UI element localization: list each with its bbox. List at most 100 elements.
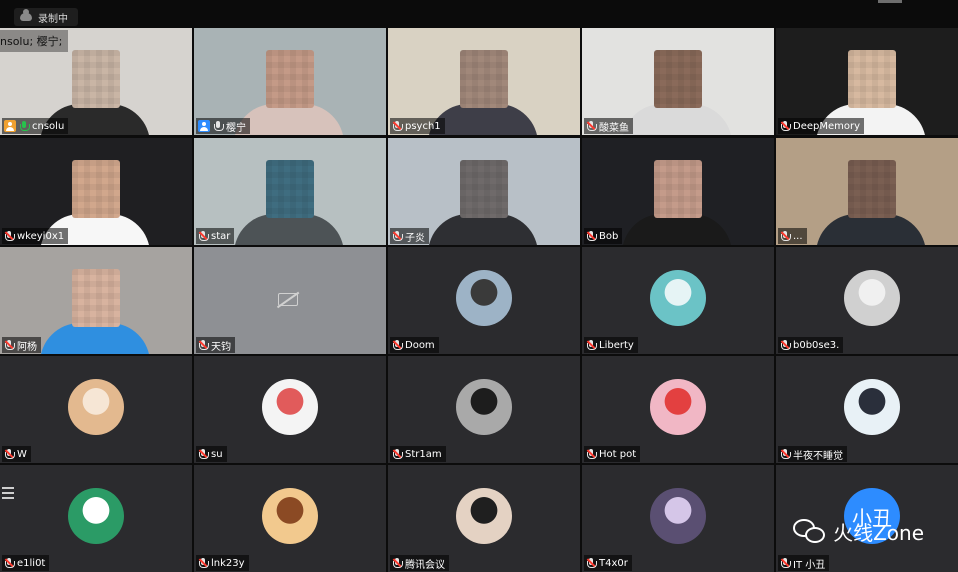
participant-avatar (456, 488, 512, 544)
participant-name: Hot pot (599, 448, 637, 460)
pixelated-face (654, 160, 702, 218)
participant-avatar (68, 379, 124, 435)
participant-tile[interactable]: ... (776, 138, 958, 245)
participant-name-label: su (196, 446, 227, 462)
participant-tile[interactable]: 樱宁 (194, 28, 386, 135)
participant-tile[interactable]: Doom (388, 247, 580, 354)
participant-tile[interactable]: Liberty (582, 247, 774, 354)
participant-tile[interactable]: psych1 (388, 28, 580, 135)
participant-name-label: ... (778, 228, 807, 244)
participant-name: ... (793, 230, 803, 242)
wechat-icon (793, 518, 827, 545)
participant-name-label: Bob (584, 228, 623, 244)
pixelated-face (654, 50, 702, 108)
mic-muted-icon (392, 557, 403, 569)
participant-name-label: lnk23y (196, 555, 249, 571)
mic-muted-icon (4, 230, 15, 242)
pixelated-face (848, 160, 896, 218)
participant-tile[interactable]: e1li0t (0, 465, 192, 572)
participant-tile[interactable]: su (194, 356, 386, 463)
watermark: 火线Zone (793, 517, 924, 546)
participant-tile[interactable]: 天钧 (194, 247, 386, 354)
speaker-caption: nsolu; 樱宁; (0, 30, 69, 52)
participant-tile[interactable]: T4x0r (582, 465, 774, 572)
participant-body (622, 104, 732, 135)
participant-avatar (262, 379, 318, 435)
participant-name: 子炎 (405, 232, 425, 244)
participant-body (816, 214, 926, 245)
participant-body (622, 214, 732, 245)
participant-name: 半夜不睡觉 (793, 450, 843, 462)
participant-name-label: 天钧 (196, 337, 235, 353)
participant-name: 阿杨 (17, 341, 37, 353)
participant-name-label: DeepMemory (778, 118, 865, 134)
participant-name-label: Doom (390, 337, 439, 353)
participant-avatar (68, 488, 124, 544)
participant-name: psych1 (405, 120, 441, 132)
participant-tile[interactable]: lnk23y (194, 465, 386, 572)
mic-muted-icon (392, 120, 403, 132)
mic-muted-icon (198, 448, 209, 460)
mic-icon (213, 120, 224, 132)
participant-name-label: 子炎 (390, 228, 429, 244)
cloud-icon (20, 9, 32, 21)
host-icon (4, 120, 16, 132)
watermark-text: 火线Zone (833, 521, 924, 545)
participant-tile[interactable]: 酸菜鱼 (582, 28, 774, 135)
window-control-mark (878, 0, 902, 3)
mic-muted-icon (392, 230, 403, 242)
pixelated-face (266, 160, 314, 218)
participant-name: Bob (599, 230, 619, 242)
participant-avatar (650, 379, 706, 435)
participant-tile[interactable]: star (194, 138, 386, 245)
pixelated-face (460, 50, 508, 108)
participant-name: 酸菜鱼 (599, 122, 629, 134)
menu-icon[interactable] (2, 487, 16, 499)
participant-name: 腾讯会议 (405, 559, 445, 571)
participant-tile[interactable]: Bob (582, 138, 774, 245)
participant-avatar (650, 270, 706, 326)
participant-name: Liberty (599, 339, 634, 351)
participant-name-label: 阿杨 (2, 337, 41, 353)
mic-muted-icon (780, 230, 791, 242)
participant-avatar (650, 488, 706, 544)
mic-muted-icon (586, 230, 597, 242)
participant-tile[interactable]: DeepMemory (776, 28, 958, 135)
pixelated-face (848, 50, 896, 108)
participant-tile[interactable]: W (0, 356, 192, 463)
participant-name: 樱宁 (226, 122, 246, 134)
participant-name: b0b0se3. (793, 339, 840, 351)
participant-tile[interactable]: 阿杨 (0, 247, 192, 354)
participant-body (234, 104, 344, 135)
participant-tile[interactable]: 半夜不睡觉 (776, 356, 958, 463)
mic-muted-icon (780, 339, 791, 351)
participant-tile[interactable]: 子炎 (388, 138, 580, 245)
participant-tile[interactable]: wkeyi0x1 (0, 138, 192, 245)
participant-name-label: IT 小丑 (778, 555, 830, 571)
participant-tile[interactable]: Str1am (388, 356, 580, 463)
participant-name: DeepMemory (793, 120, 861, 132)
participant-name-label: T4x0r (584, 555, 632, 571)
participant-name: lnk23y (211, 557, 245, 569)
participant-name-label: star (196, 228, 235, 244)
mic-muted-icon (392, 339, 403, 351)
top-bar: 录制中 (0, 0, 958, 28)
mic-muted-icon (586, 339, 597, 351)
participant-tile[interactable]: 腾讯会议 (388, 465, 580, 572)
participant-avatar (456, 379, 512, 435)
participant-tile[interactable]: nsolu; 樱宁; cnsolu (0, 28, 192, 135)
mic-muted-icon (780, 120, 791, 132)
participant-name: Str1am (405, 448, 442, 460)
participant-name-label: Str1am (390, 446, 446, 462)
host-icon (198, 120, 210, 132)
pixelated-face (266, 50, 314, 108)
recording-indicator[interactable]: 录制中 (14, 8, 78, 26)
participant-tile[interactable]: Hot pot (582, 356, 774, 463)
recording-label: 录制中 (38, 13, 68, 25)
participant-name-label: b0b0se3. (778, 337, 844, 353)
participant-name-label: e1li0t (2, 555, 50, 571)
participant-name-label: Hot pot (584, 446, 641, 462)
participant-name-label: W (2, 446, 31, 462)
participant-name: cnsolu (32, 120, 65, 132)
participant-tile[interactable]: b0b0se3. (776, 247, 958, 354)
